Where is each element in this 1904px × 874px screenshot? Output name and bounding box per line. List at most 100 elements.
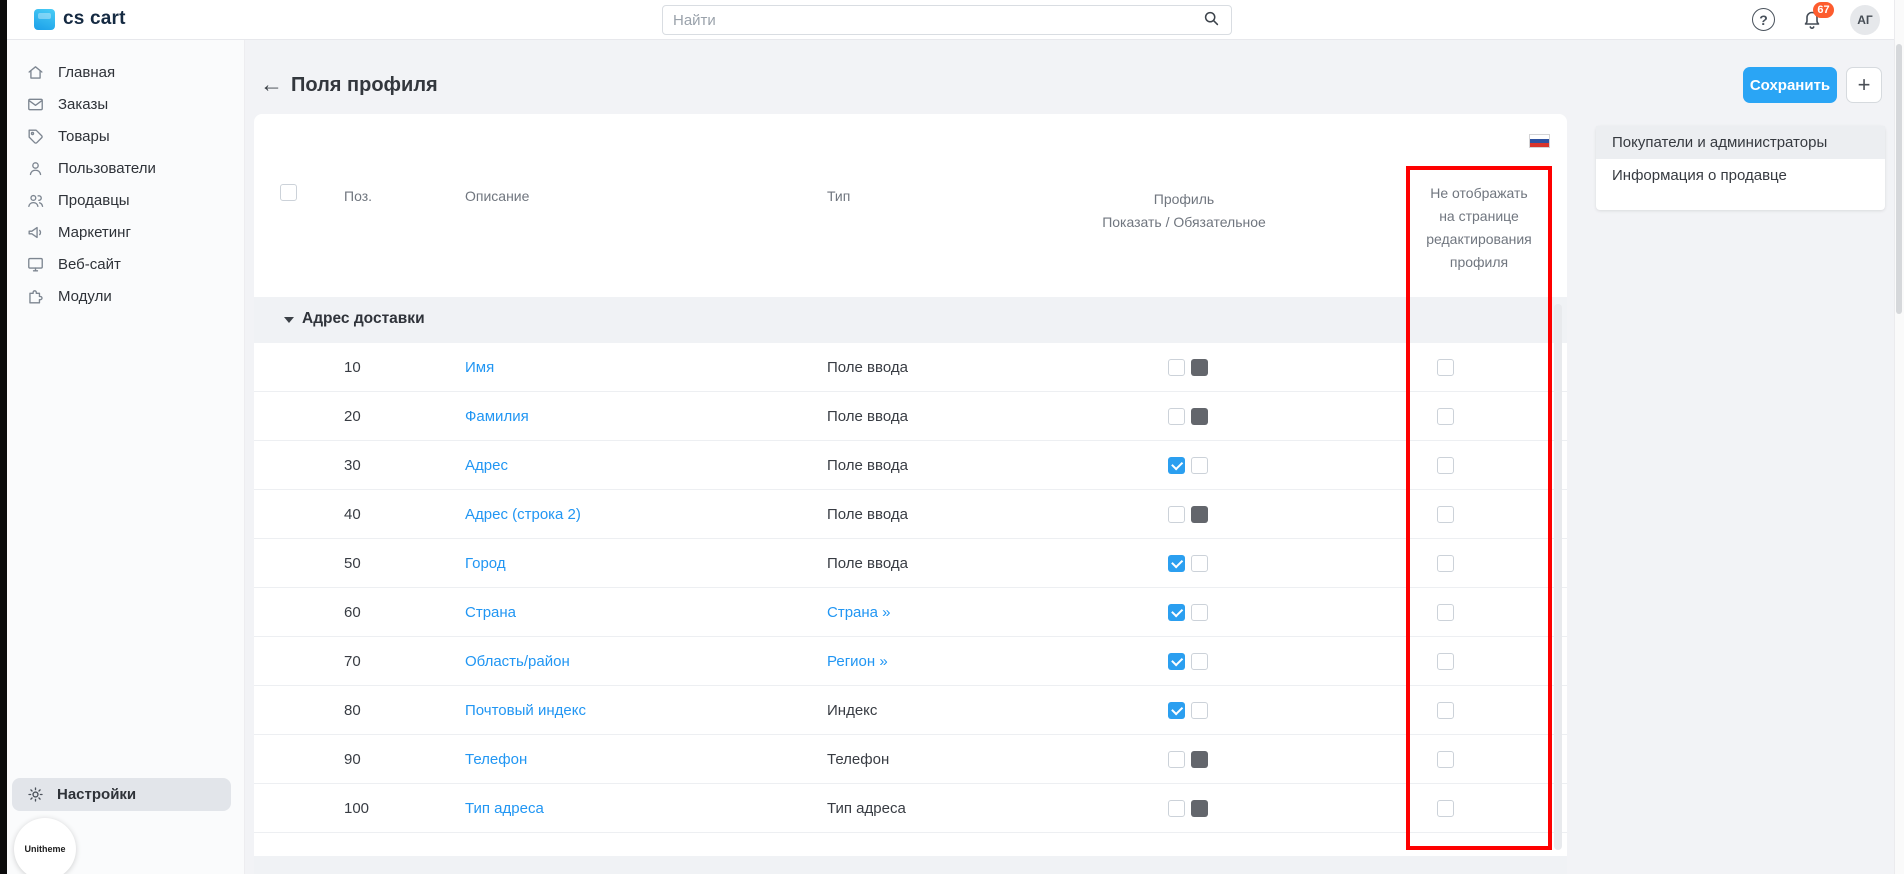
notifications-button[interactable]: 67 [1800, 8, 1828, 36]
app: cs cart ? 67 АГ Главная Заказы Товары По… [0, 0, 1904, 874]
hide-on-profile-checkbox[interactable] [1437, 751, 1454, 768]
show-checkbox[interactable] [1168, 506, 1185, 523]
row-position: 40 [344, 490, 361, 539]
unitheme-badge[interactable]: Unitheme [14, 818, 76, 874]
show-checkbox[interactable] [1168, 702, 1185, 719]
sidebar-item-users[interactable]: Пользователи [7, 152, 244, 184]
field-name-link[interactable]: Телефон [465, 735, 527, 784]
required-checkbox[interactable] [1191, 457, 1208, 474]
settings-label: Настройки [57, 786, 136, 803]
required-checkbox[interactable] [1191, 359, 1208, 376]
sidebar-item-label: Пользователи [58, 160, 156, 177]
column-header-type: Тип [827, 188, 850, 204]
required-checkbox[interactable] [1191, 751, 1208, 768]
field-type: Поле ввода [827, 539, 908, 588]
page-scrollbar-thumb[interactable] [1896, 44, 1902, 314]
table-scrollbar[interactable] [1554, 304, 1562, 850]
collapse-caret-icon[interactable] [284, 317, 294, 323]
help-button[interactable]: ? [1752, 8, 1775, 31]
hide-on-profile-checkbox[interactable] [1437, 506, 1454, 523]
field-name-link[interactable]: Страна [465, 588, 516, 637]
show-checkbox[interactable] [1168, 800, 1185, 817]
show-checkbox[interactable] [1168, 359, 1185, 376]
capture-edge [0, 0, 7, 874]
hide-on-profile-checkbox[interactable] [1437, 408, 1454, 425]
sidebar-item-website[interactable]: Веб-сайт [7, 248, 244, 280]
hide-on-profile-checkbox[interactable] [1437, 457, 1454, 474]
required-checkbox[interactable] [1191, 702, 1208, 719]
page-title: Поля профиля [291, 74, 438, 97]
required-checkbox[interactable] [1191, 653, 1208, 670]
profile-types-panel: Покупатели и администраторыИнформация о … [1596, 126, 1885, 210]
table-row: 10 Имя Поле ввода [254, 343, 1567, 392]
cscart-logo[interactable]: cs cart [34, 8, 126, 30]
search-icon[interactable] [1201, 8, 1221, 33]
field-name-link[interactable]: Почтовый индекс [465, 686, 586, 735]
user-avatar[interactable]: АГ [1850, 5, 1880, 35]
hide-on-profile-checkbox[interactable] [1437, 604, 1454, 621]
required-checkbox[interactable] [1191, 408, 1208, 425]
required-checkbox[interactable] [1191, 800, 1208, 817]
required-checkbox[interactable] [1191, 555, 1208, 572]
gear-icon [25, 785, 45, 805]
hide-on-profile-checkbox[interactable] [1437, 702, 1454, 719]
field-name-link[interactable]: Адрес (строка 2) [465, 490, 581, 539]
table-row: 40 Адрес (строка 2) Поле ввода [254, 490, 1567, 539]
show-checkbox[interactable] [1168, 653, 1185, 670]
required-checkbox[interactable] [1191, 506, 1208, 523]
required-checkbox[interactable] [1191, 604, 1208, 621]
sidebar-item-marketing[interactable]: Маркетинг [7, 216, 244, 248]
row-position: 50 [344, 539, 361, 588]
column-header-profile: Профиль Показать / Обязательное [1064, 188, 1304, 234]
sidebar-item-label: Главная [58, 64, 115, 81]
sidebar-item-products[interactable]: Товары [7, 120, 244, 152]
table-row: 100 Тип адреса Тип адреса [254, 784, 1567, 833]
sidebar-item-orders[interactable]: Заказы [7, 88, 244, 120]
select-all-checkbox[interactable] [280, 184, 297, 201]
field-name-link[interactable]: Город [465, 539, 506, 588]
addons-icon [25, 286, 45, 306]
side-panel-item[interactable]: Покупатели и администраторы [1596, 126, 1885, 159]
search-input[interactable] [673, 12, 1201, 29]
field-type: Поле ввода [827, 343, 908, 392]
show-checkbox[interactable] [1168, 604, 1185, 621]
sidebar-item-label: Продавцы [58, 192, 130, 209]
field-name-link[interactable]: Фамилия [465, 392, 529, 441]
sidebar-item-addons[interactable]: Модули [7, 280, 244, 312]
sidebar-item-label: Веб-сайт [58, 256, 121, 273]
field-type: Тип адреса [827, 784, 906, 833]
field-name-link[interactable]: Имя [465, 343, 494, 392]
notification-count-badge: 67 [1813, 2, 1834, 18]
sidebar-item-label: Модули [58, 288, 112, 305]
page-scrollbar[interactable] [1894, 0, 1904, 874]
field-name-link[interactable]: Область/район [465, 637, 570, 686]
show-checkbox[interactable] [1168, 408, 1185, 425]
hide-on-profile-checkbox[interactable] [1437, 800, 1454, 817]
column-header-description: Описание [465, 188, 529, 204]
save-button[interactable]: Сохранить [1743, 67, 1837, 103]
field-name-link[interactable]: Тип адреса [465, 784, 544, 833]
field-type[interactable]: Регион » [827, 637, 888, 686]
row-position: 70 [344, 637, 361, 686]
hide-on-profile-checkbox[interactable] [1437, 653, 1454, 670]
show-checkbox[interactable] [1168, 555, 1185, 572]
help-icon: ? [1759, 12, 1768, 28]
vendors-icon [25, 190, 45, 210]
field-name-link[interactable]: Адрес [465, 441, 508, 490]
show-checkbox[interactable] [1168, 457, 1185, 474]
hide-on-profile-checkbox[interactable] [1437, 555, 1454, 572]
field-type[interactable]: Страна » [827, 588, 891, 637]
sidebar-item-vendors[interactable]: Продавцы [7, 184, 244, 216]
back-button[interactable]: ← [260, 70, 283, 100]
table-row: 20 Фамилия Поле ввода [254, 392, 1567, 441]
show-checkbox[interactable] [1168, 751, 1185, 768]
sidebar-item-settings[interactable]: Настройки [12, 778, 231, 811]
side-panel-item[interactable]: Информация о продавце [1596, 159, 1885, 192]
language-flag-icon[interactable] [1529, 134, 1550, 148]
add-field-button[interactable]: + [1846, 67, 1882, 103]
sidebar-item-home[interactable]: Главная [7, 56, 244, 88]
sidebar-item-label: Товары [58, 128, 110, 145]
section-title: Адрес доставки [302, 310, 425, 328]
hide-on-profile-checkbox[interactable] [1437, 359, 1454, 376]
global-search[interactable] [662, 5, 1232, 35]
